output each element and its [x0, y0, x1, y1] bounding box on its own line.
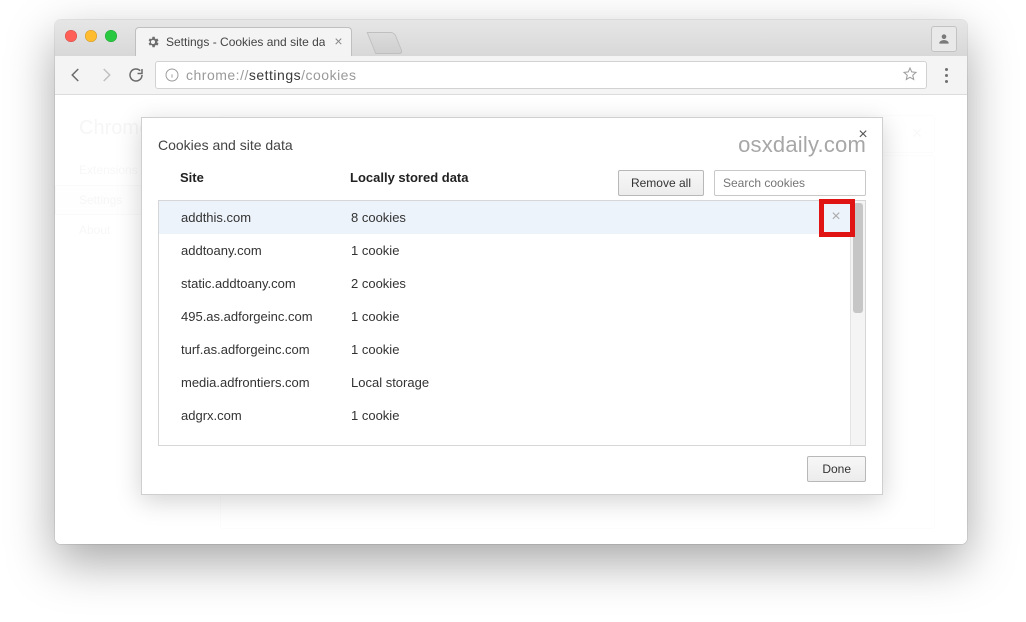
site-info-icon[interactable] [164, 67, 180, 83]
bookmark-star-icon[interactable] [902, 66, 918, 85]
dialog-close-button[interactable]: × [854, 126, 872, 144]
done-button[interactable]: Done [807, 456, 866, 482]
cookie-row-data: 1 cookie [351, 309, 843, 324]
dialog-footer: Done [142, 446, 882, 494]
cookie-row[interactable]: media.adfrontiers.comLocal storage [159, 366, 865, 399]
column-header-data: Locally stored data [350, 170, 608, 185]
browser-window: Settings - Cookies and site da × chrome:… [55, 20, 967, 544]
cookie-row-data: 1 cookie [351, 243, 843, 258]
omnibox[interactable]: chrome://settings/cookies [155, 61, 927, 89]
new-tab-button[interactable] [367, 32, 404, 54]
dialog-header: Cookies and site data osxdaily.com × [142, 118, 882, 164]
forward-button[interactable] [95, 64, 117, 86]
omnibox-url: chrome://settings/cookies [186, 67, 896, 83]
back-button[interactable] [65, 64, 87, 86]
remove-all-button[interactable]: Remove all [618, 170, 704, 196]
gear-icon [146, 35, 160, 49]
dialog-title: Cookies and site data [158, 137, 293, 153]
search-cookies-input[interactable] [714, 170, 866, 196]
window-titlebar: Settings - Cookies and site da × [55, 20, 967, 56]
tab-close-icon[interactable]: × [331, 34, 345, 48]
cookie-row[interactable]: adgrx.com1 cookie [159, 399, 865, 432]
cookie-row-data: 1 cookie [351, 342, 843, 357]
browser-toolbar: chrome://settings/cookies [55, 56, 967, 95]
cookie-row-site: media.adfrontiers.com [181, 375, 351, 390]
cookie-row-delete-icon[interactable]: × [827, 208, 845, 226]
cookie-row-site: addtoany.com [181, 243, 351, 258]
column-header-site: Site [180, 170, 350, 185]
cookie-row-site: static.addtoany.com [181, 276, 351, 291]
cookie-row[interactable]: static.addtoany.com2 cookies [159, 267, 865, 300]
scrollbar-thumb[interactable] [853, 203, 863, 313]
cookie-row-data: 8 cookies [351, 210, 843, 225]
cookie-row[interactable]: turf.as.adforgeinc.com1 cookie [159, 333, 865, 366]
page-content: Chrome Extensions Settings About × Cooki… [55, 95, 967, 544]
tab-title: Settings - Cookies and site da [166, 35, 325, 49]
dialog-toolbar: Site Locally stored data Remove all [142, 164, 882, 196]
cookie-row-site: addthis.com [181, 210, 351, 225]
window-minimize-button[interactable] [85, 30, 97, 42]
cookie-row-data: 2 cookies [351, 276, 843, 291]
window-close-button[interactable] [65, 30, 77, 42]
browser-tab[interactable]: Settings - Cookies and site da × [135, 27, 352, 56]
cookies-dialog: Cookies and site data osxdaily.com × Sit… [141, 117, 883, 495]
cookie-row[interactable]: 495.as.adforgeinc.com1 cookie [159, 300, 865, 333]
cookie-row-data: 1 cookie [351, 408, 843, 423]
reload-button[interactable] [125, 64, 147, 86]
cookie-row[interactable]: addthis.com8 cookies× [159, 201, 865, 234]
cookie-list: addthis.com8 cookies×addtoany.com1 cooki… [158, 200, 866, 446]
cookie-row-site: adgrx.com [181, 408, 351, 423]
profile-avatar-button[interactable] [931, 26, 957, 52]
window-zoom-button[interactable] [105, 30, 117, 42]
column-headers: Site Locally stored data [180, 170, 608, 185]
cookie-list-scrollbar[interactable] [850, 201, 865, 445]
browser-menu-button[interactable] [935, 64, 957, 86]
watermark-text: osxdaily.com [738, 132, 866, 158]
cookie-row-site: turf.as.adforgeinc.com [181, 342, 351, 357]
traffic-lights [65, 30, 117, 42]
cookie-row-site: 495.as.adforgeinc.com [181, 309, 351, 324]
cookie-row[interactable]: addtoany.com1 cookie [159, 234, 865, 267]
cookie-row-data: Local storage [351, 375, 843, 390]
